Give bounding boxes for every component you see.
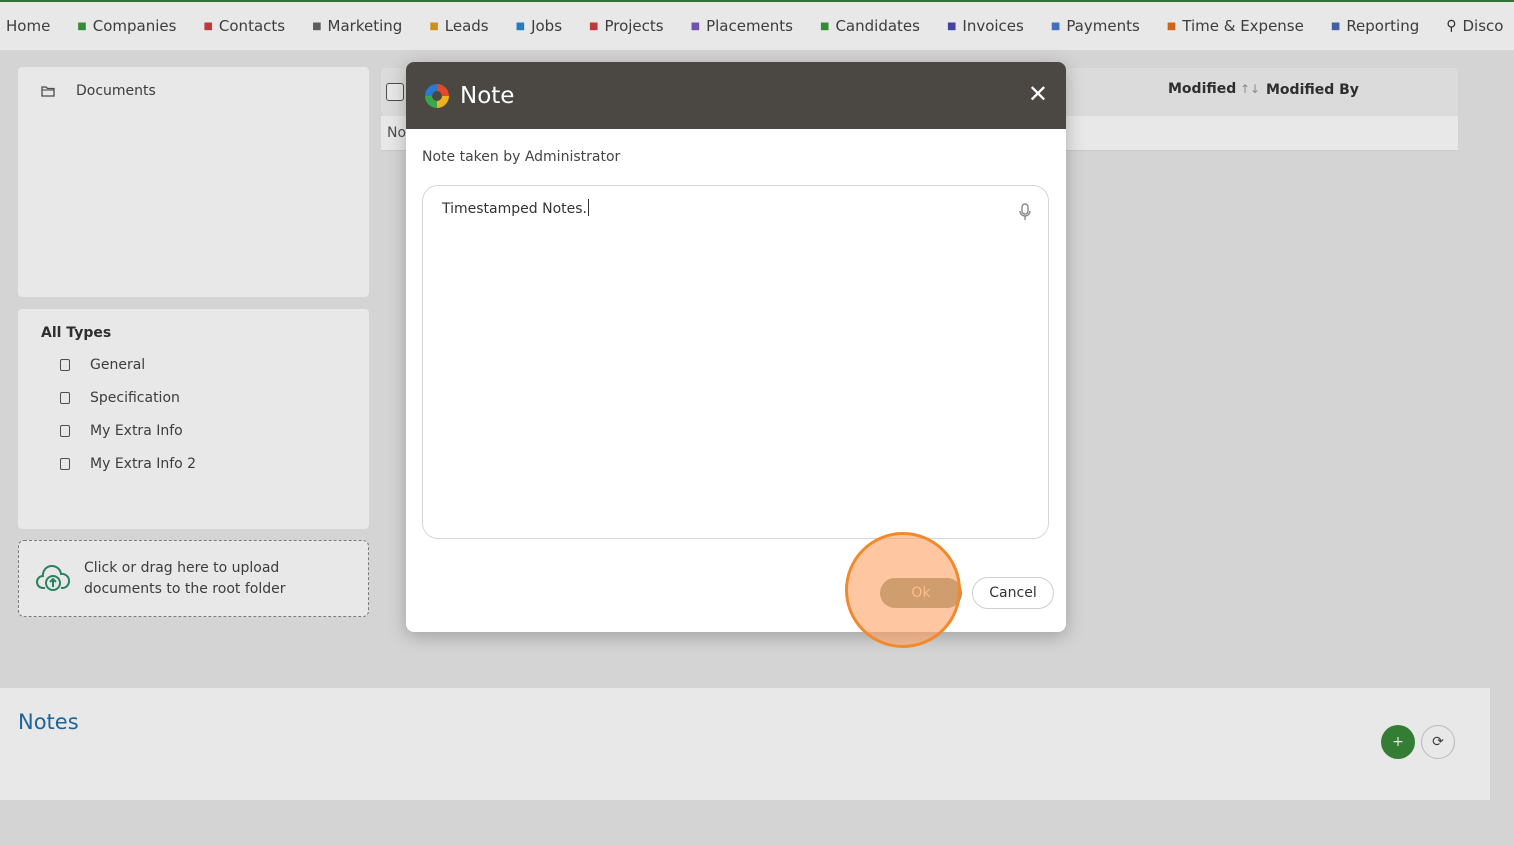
- note-dialog: Note ✕ Note taken by Administrator Times…: [406, 62, 1066, 632]
- note-text-value: Timestamped Notes.: [442, 201, 587, 217]
- dialog-title: Note: [460, 82, 515, 109]
- ok-button[interactable]: Ok: [880, 578, 962, 608]
- app-logo-icon: [425, 83, 449, 108]
- text-caret: [587, 199, 589, 216]
- note-author-label: Note taken by Administrator: [422, 149, 621, 165]
- note-text-content: Timestamped Notes.: [442, 199, 589, 217]
- close-icon[interactable]: ✕: [1028, 80, 1048, 108]
- note-textarea[interactable]: Timestamped Notes.: [422, 185, 1049, 539]
- note-dialog-header: Note ✕: [406, 62, 1066, 129]
- cancel-button[interactable]: Cancel: [972, 577, 1054, 609]
- microphone-icon[interactable]: [1019, 203, 1031, 221]
